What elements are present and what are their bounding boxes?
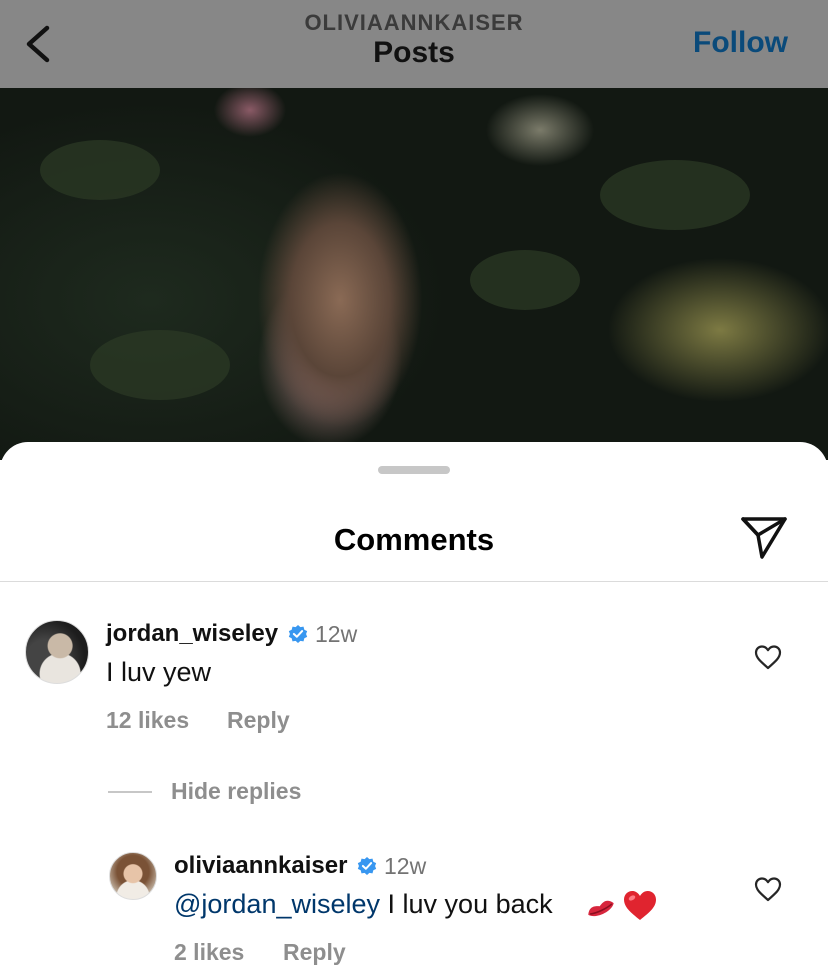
follow-button[interactable]: Follow [693, 26, 788, 60]
comment-text: I luv yew [106, 657, 212, 687]
reply-text-line: @jordan_wiseley I luv you back [174, 889, 553, 920]
verified-badge-icon [357, 857, 377, 875]
kiss-mark-emoji-icon [588, 900, 614, 917]
share-icon[interactable] [740, 516, 788, 560]
comment-likes[interactable]: 12 likes [106, 707, 189, 734]
hide-replies-button[interactable]: Hide replies [171, 778, 301, 805]
mention-link[interactable]: @jordan_wiseley [174, 889, 380, 919]
replies-divider-line [108, 791, 152, 793]
reply-button[interactable]: Reply [227, 707, 290, 734]
reply-time: 12w [384, 853, 427, 879]
avatar[interactable] [109, 852, 157, 900]
reply-likes[interactable]: 2 likes [174, 939, 244, 966]
reply-username[interactable]: oliviaannkaiser [174, 852, 347, 880]
comments-sheet: Comments jordan_wiseley 12w I luv yew 12… [0, 442, 828, 967]
heart-outline-icon[interactable] [754, 876, 782, 902]
reply-button[interactable]: Reply [283, 939, 346, 966]
comment-time: 12w [315, 621, 358, 647]
verified-badge-icon [288, 625, 308, 643]
comments-title: Comments [333, 522, 495, 557]
heart-outline-icon[interactable] [754, 644, 782, 670]
red-heart-emoji-icon [624, 891, 656, 920]
sheet-divider [0, 581, 828, 582]
sheet-grabber[interactable] [378, 466, 450, 474]
top-header: OLIVIAANNKAISER Posts Follow [0, 0, 828, 88]
comment-username[interactable]: jordan_wiseley [106, 620, 278, 648]
reply-text: I luv you back [387, 889, 553, 919]
avatar[interactable] [25, 620, 89, 684]
